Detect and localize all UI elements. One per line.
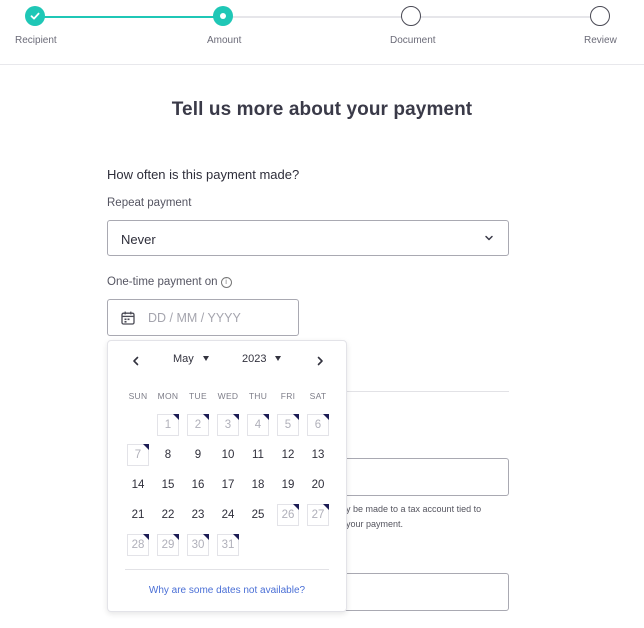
one-time-payment-label: One-time payment on <box>107 276 218 288</box>
step-document-pending-icon <box>401 6 421 26</box>
calendar-day-unavailable: 1 <box>157 414 179 436</box>
calendar-day[interactable]: 9 <box>187 444 209 466</box>
weekday-header: FRI <box>280 391 296 401</box>
date-picker-popover: May 2023 Why are some dates not availabl… <box>107 340 347 612</box>
step-amount-current-icon <box>213 6 233 26</box>
year-select[interactable]: 2023 <box>242 353 282 365</box>
weekday-header: MON <box>157 391 179 401</box>
calendar-day-unavailable: 7 <box>127 444 149 466</box>
calendar-day-unavailable: 27 <box>307 504 329 526</box>
repeat-payment-value: Never <box>121 232 156 247</box>
calendar-day-unavailable: 26 <box>277 504 299 526</box>
weekday-header: TUE <box>189 391 207 401</box>
calendar-day-unavailable: 31 <box>217 534 239 556</box>
calendar-day[interactable]: 20 <box>307 474 329 496</box>
calendar-day[interactable]: 18 <box>247 474 269 496</box>
month-select[interactable]: May <box>173 353 209 365</box>
calendar-icon <box>121 311 135 325</box>
step-review-pending-icon <box>590 6 610 26</box>
checkmark-icon <box>30 12 40 20</box>
payment-date-input[interactable] <box>148 309 288 327</box>
unavailable-dates-link[interactable]: Why are some dates not available? <box>108 585 346 596</box>
calendar-day[interactable]: 8 <box>157 444 179 466</box>
calendar-day-unavailable: 4 <box>247 414 269 436</box>
step-label-document: Document <box>390 35 436 46</box>
calendar-divider <box>125 569 329 570</box>
calendar-day[interactable]: 19 <box>277 474 299 496</box>
step-recipient-complete-icon[interactable] <box>25 6 45 26</box>
section-divider <box>340 391 509 392</box>
chevron-right-icon <box>317 356 323 366</box>
calendar-day[interactable]: 15 <box>157 474 179 496</box>
step-label-recipient: Recipient <box>15 35 57 46</box>
weekday-header: SAT <box>309 391 327 401</box>
calendar-day[interactable]: 23 <box>187 504 209 526</box>
calendar-day-unavailable: 5 <box>277 414 299 436</box>
text-field[interactable] <box>330 458 509 496</box>
month-value: May <box>173 353 194 365</box>
calendar-day[interactable]: 17 <box>217 474 239 496</box>
calendar-day[interactable]: 11 <box>247 444 269 466</box>
stepper-track-complete <box>35 16 223 18</box>
chevron-down-icon <box>485 235 493 241</box>
calendar-day[interactable]: 13 <box>307 444 329 466</box>
text-field[interactable] <box>330 573 509 611</box>
help-text-line-1: y be made to a tax account tied to <box>346 504 482 514</box>
repeat-payment-label: Repeat payment <box>107 197 192 209</box>
info-icon[interactable]: i <box>220 277 232 288</box>
calendar-day-unavailable: 30 <box>187 534 209 556</box>
calendar-day[interactable]: 25 <box>247 504 269 526</box>
frequency-question: How often is this payment made? <box>107 167 300 182</box>
page-title: Tell us more about your payment <box>171 99 473 120</box>
calendar-day-unavailable: 2 <box>187 414 209 436</box>
calendar-day-unavailable: 29 <box>157 534 179 556</box>
help-text-line-2: your payment. <box>346 519 404 529</box>
payment-date-field[interactable] <box>107 299 299 336</box>
calendar-day[interactable]: 22 <box>157 504 179 526</box>
calendar-day[interactable]: 24 <box>217 504 239 526</box>
step-label-amount: Amount <box>207 35 242 46</box>
calendar-day[interactable]: 14 <box>127 474 149 496</box>
calendar-day-unavailable: 3 <box>217 414 239 436</box>
next-month-button[interactable] <box>310 351 330 371</box>
calendar-day[interactable]: 10 <box>217 444 239 466</box>
calendar-day[interactable]: 16 <box>187 474 209 496</box>
weekday-header: THU <box>248 391 268 401</box>
previous-month-button[interactable] <box>126 351 146 371</box>
progress-stepper: Recipient Amount Document Review <box>0 0 644 65</box>
weekday-header: WED <box>217 391 239 401</box>
caret-down-icon <box>202 356 209 361</box>
calendar-day-unavailable: 6 <box>307 414 329 436</box>
calendar-day[interactable]: 21 <box>127 504 149 526</box>
weekday-header: SUN <box>128 391 148 401</box>
date-label-row: One-time payment on i <box>107 276 232 288</box>
step-label-review: Review <box>584 35 617 46</box>
calendar-day-unavailable: 28 <box>127 534 149 556</box>
chevron-left-icon <box>133 356 139 366</box>
year-value: 2023 <box>242 353 267 365</box>
calendar-day[interactable]: 12 <box>277 444 299 466</box>
repeat-payment-select[interactable]: Never <box>107 220 509 256</box>
caret-down-icon <box>275 356 282 361</box>
